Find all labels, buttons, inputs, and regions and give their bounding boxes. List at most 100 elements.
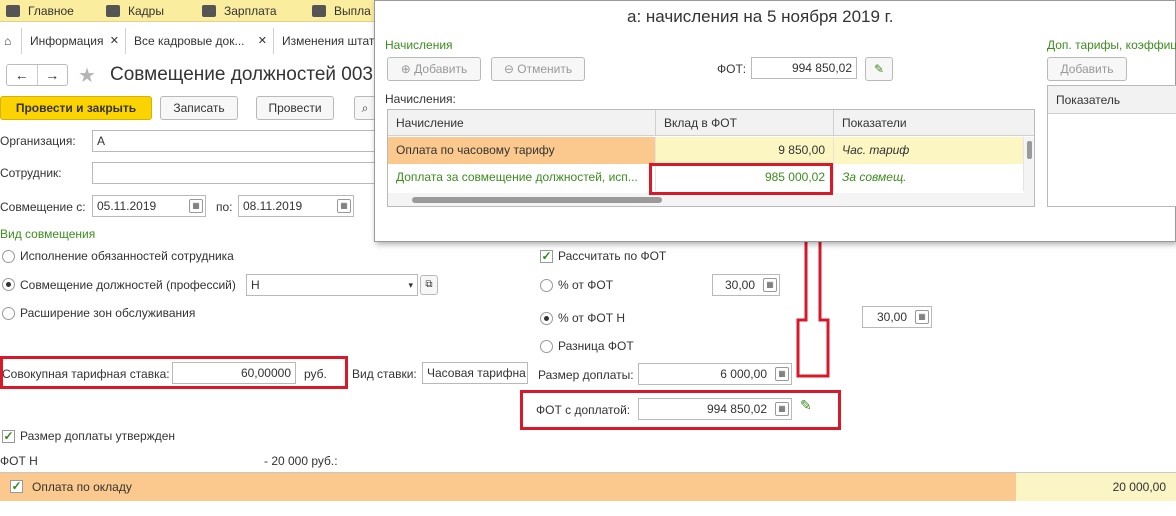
close-icon[interactable]: ✕ (258, 28, 267, 54)
wallet-icon (312, 5, 326, 17)
popup-fot-label: ФОТ: (717, 62, 747, 76)
calculator-icon[interactable]: ▦ (775, 367, 789, 381)
row-fot-amount: 9 850,00 (656, 137, 834, 164)
pct-fot-field[interactable]: 30,00 ▦ (712, 274, 780, 296)
organization-field[interactable]: А (92, 130, 376, 152)
col-header-fot[interactable]: Вклад в ФОТ (656, 110, 834, 136)
pencil-icon: ✎ (873, 62, 885, 76)
highlight-rate (0, 356, 348, 389)
forward-arrow-icon[interactable]: → (36, 65, 68, 85)
employee-label: Сотрудник: (0, 166, 62, 180)
cancel-button[interactable]: ⊖ Отменить (491, 57, 585, 81)
horizontal-scrollbar[interactable] (388, 193, 1034, 206)
employee-field[interactable] (92, 162, 376, 184)
position-select[interactable]: Н ▾ (246, 274, 418, 296)
kind-option-duties: Исполнение обязанностей сотрудника (20, 249, 234, 263)
period-to-field[interactable]: 08.11.2019 ▦ (238, 195, 354, 217)
surcharge-field[interactable]: 6 000,00 ▦ (638, 363, 792, 385)
home-tab[interactable]: ⌂ (0, 28, 22, 54)
row-value: 20 000,00 (1016, 473, 1176, 501)
tab-staff-changes[interactable]: Изменения штат (274, 28, 376, 54)
period-from-field[interactable]: 05.11.2019 ▦ (92, 195, 206, 217)
popup-grid-label: Начисления: (385, 92, 456, 106)
tariffs-grid: Показатель (1047, 85, 1176, 207)
open-window-icon: ⧉ (425, 279, 433, 290)
col-header-indicators[interactable]: Показатели (834, 110, 1034, 136)
approved-label: Размер доплаты утвержден (20, 429, 176, 443)
pct-fot-radio[interactable] (540, 279, 553, 292)
diff-fot-label: Разница ФОТ (558, 339, 634, 353)
favorite-star-icon[interactable]: ★ (78, 63, 96, 88)
vertical-scrollbar[interactable] (1024, 137, 1034, 193)
period-to-label: по: (216, 200, 233, 214)
pct-fot-label: % от ФОТ (558, 278, 614, 292)
plus-icon: ⊕ (400, 62, 415, 76)
calc-fot-label: Рассчитать по ФОТ (558, 249, 667, 263)
post-and-close-button[interactable]: Провести и закрыть (0, 96, 152, 120)
paperclip-icon: ⌕ (361, 101, 369, 115)
pct-fot-n-label: % от ФОТ Н (558, 311, 626, 325)
pct-fot-n-radio[interactable] (540, 312, 553, 325)
pct-fot-n-field[interactable]: 30,00 ▦ (862, 306, 932, 328)
tab-all-docs[interactable]: Все кадровые док... ✕ (126, 28, 274, 54)
col-header-accrual[interactable]: Начисление (388, 110, 656, 136)
popup-section-label: Начисления (385, 38, 453, 52)
right-section-label: Доп. тарифы, коэффици (1047, 38, 1176, 52)
table-row[interactable]: Оплата по часовому тарифу 9 850,00 Час. … (388, 137, 1024, 164)
approved-checkbox[interactable]: ✓ (2, 430, 15, 443)
kind-radio-duties[interactable] (2, 250, 15, 263)
save-button[interactable]: Записать (160, 96, 238, 120)
highlight-combining-amount (649, 163, 833, 195)
back-arrow-icon[interactable]: ← (7, 65, 37, 85)
add-button[interactable]: ⊕ Добавить (387, 57, 481, 81)
diff-fot-radio[interactable] (540, 340, 553, 353)
minus-icon: ⊖ (503, 62, 518, 76)
history-nav: ← → (6, 64, 68, 86)
accruals-popup: а: начисления на 5 ноября 2019 г. Начисл… (374, 0, 1176, 242)
kind-radio-zones[interactable] (2, 307, 15, 320)
popup-title: а: начисления на 5 ноября 2019 г. (627, 7, 894, 26)
row-accrual-name: Оплата по часовому тарифу (388, 137, 656, 164)
home-icon: ⌂ (4, 34, 12, 48)
document-title: Совмещение должностей 003К- (110, 64, 391, 85)
edit-fot-button[interactable]: ✎ (865, 57, 893, 81)
attach-button[interactable]: ⌕ (354, 96, 376, 120)
kind-group-title: Вид совмещения (0, 227, 96, 241)
calculator-icon[interactable]: ▦ (763, 278, 777, 292)
calculator-icon[interactable]: ▦ (915, 310, 929, 324)
surcharge-label: Размер доплаты: (538, 368, 634, 382)
post-button[interactable]: Провести (256, 96, 334, 120)
menu-item-main[interactable]: Главное (6, 0, 74, 22)
organization-label: Организация: (0, 134, 76, 148)
rate-kind-field[interactable]: Часовая тарифна (422, 362, 528, 384)
calculator-icon (202, 5, 216, 17)
rate-kind-label: Вид ставки: (352, 367, 417, 381)
row-accrual-name: Доплата за совмещение должностей, исп... (388, 164, 656, 191)
chevron-down-icon[interactable]: ▾ (408, 275, 413, 295)
kind-option-zones: Расширение зон обслуживания (20, 306, 196, 320)
close-icon[interactable]: ✕ (110, 28, 119, 54)
accruals-table: ✓ Оплата по окладу 20 000,00 (0, 472, 1176, 516)
calc-fot-checkbox[interactable]: ✓ (540, 250, 553, 263)
menu-item-salary[interactable]: Зарплата (202, 0, 277, 22)
tab-info[interactable]: Информация ✕ (22, 28, 126, 54)
fot-line-label: ФОТ Н (0, 454, 38, 468)
kind-radio-combining[interactable] (2, 278, 15, 291)
popup-fot-field[interactable]: 994 850,02 (751, 57, 857, 79)
fot-line-tail: - 20 000 руб.: (264, 454, 338, 468)
menu-item-personnel[interactable]: Кадры (106, 0, 164, 22)
calendar-icon[interactable]: ▦ (337, 199, 351, 213)
row-name: Оплата по окладу (32, 480, 132, 494)
right-add-button[interactable]: Добавить (1047, 57, 1127, 81)
menu-item-payments[interactable]: Выпла (312, 0, 371, 22)
table-row[interactable]: ✓ Оплата по окладу 20 000,00 (0, 473, 1176, 501)
period-from-label: Совмещение с: (0, 200, 86, 214)
open-position-button[interactable]: ⧉ (420, 275, 438, 295)
highlight-fot-with-surcharge (520, 390, 841, 430)
col-header-indicator[interactable]: Показатель (1048, 86, 1176, 114)
row-indicator: За совмещ. (834, 164, 1024, 191)
calendar-icon[interactable]: ▦ (189, 199, 203, 213)
row-checkbox[interactable]: ✓ (10, 480, 23, 493)
menu-icon (6, 5, 20, 17)
row-indicator: Час. тариф (834, 137, 1024, 164)
